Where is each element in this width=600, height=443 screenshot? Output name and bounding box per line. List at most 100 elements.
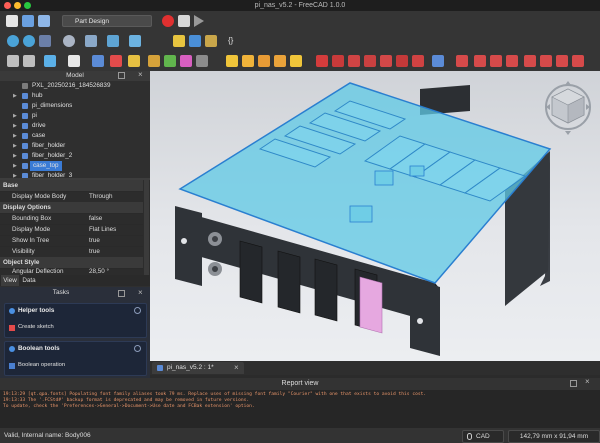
draw-style-icon[interactable]: [39, 35, 51, 47]
window-title: pi_nas_v5.2 - FreeCAD 1.0.0: [254, 2, 346, 9]
expand-arrow-icon[interactable]: ▶: [13, 131, 17, 141]
property-value[interactable]: false: [89, 213, 102, 224]
pipe-icon[interactable]: [274, 55, 286, 67]
revolution-icon[interactable]: [242, 55, 254, 67]
datum-point-icon[interactable]: [148, 55, 160, 67]
draft-icon[interactable]: [556, 55, 568, 67]
tree-item[interactable]: pi_dimensions: [0, 101, 150, 111]
expand-arrow-icon[interactable]: ▶: [13, 121, 17, 131]
link-icon[interactable]: [205, 35, 217, 47]
status-message: Valid, Internal name: Body006: [4, 432, 91, 439]
subtractive-helix-icon[interactable]: [396, 55, 408, 67]
helper-tools-title[interactable]: Helper tools: [18, 307, 54, 314]
measure-icon[interactable]: [129, 35, 141, 47]
document-tab-close-icon[interactable]: ×: [234, 363, 239, 372]
part-icon[interactable]: [189, 35, 201, 47]
tree-item[interactable]: ▶ hub: [0, 91, 150, 101]
sync-view-icon[interactable]: [63, 35, 75, 47]
tree-item[interactable]: ▶ fiber_holder: [0, 141, 150, 151]
mirror-icon[interactable]: [456, 55, 468, 67]
pad-icon[interactable]: [226, 55, 238, 67]
undo-icon[interactable]: [7, 55, 19, 67]
navigation-cube-icon[interactable]: [542, 79, 594, 139]
lid-standoff: [409, 165, 425, 177]
subtractive-pipe-icon[interactable]: [380, 55, 392, 67]
panel-close-icon[interactable]: ×: [138, 70, 143, 79]
panel-float-icon[interactable]: [118, 72, 125, 79]
property-value[interactable]: Flat Lines: [89, 224, 116, 235]
chamfer-icon[interactable]: [540, 55, 552, 67]
macro-editor-icon[interactable]: [178, 15, 190, 27]
multi-transform-icon[interactable]: [506, 55, 518, 67]
property-value[interactable]: Through: [89, 191, 112, 202]
tree-item[interactable]: ▶ fiber_holder_2: [0, 151, 150, 161]
expand-arrow-icon[interactable]: ▶: [13, 91, 17, 101]
tree-item[interactable]: ▶ case: [0, 131, 150, 141]
new-document-icon[interactable]: [6, 15, 18, 27]
expand-arrow-icon[interactable]: ▶: [13, 111, 17, 121]
subtractive-primitive-icon[interactable]: [412, 55, 424, 67]
panel-float-icon[interactable]: [118, 290, 125, 297]
create-sketch-icon[interactable]: [110, 55, 122, 67]
record-macro-icon[interactable]: [162, 15, 174, 27]
fit-selection-icon[interactable]: [23, 35, 35, 47]
panel-close-icon[interactable]: ×: [138, 288, 143, 297]
navigation-cube[interactable]: [542, 79, 594, 139]
collapse-icon[interactable]: [134, 345, 141, 352]
expression-icon[interactable]: {}: [228, 36, 233, 45]
thickness-icon[interactable]: [572, 55, 584, 67]
collapse-icon[interactable]: [134, 307, 141, 314]
boolean-tools-title[interactable]: Boolean tools: [18, 345, 60, 352]
open-document-icon[interactable]: [22, 15, 34, 27]
polar-pattern-icon[interactable]: [490, 55, 502, 67]
tree-item[interactable]: PXL_20250216_184526839: [0, 81, 150, 91]
expand-arrow-icon[interactable]: ▶: [13, 141, 17, 151]
redo-icon[interactable]: [23, 55, 35, 67]
report-float-icon[interactable]: [570, 380, 577, 387]
create-sketch-link[interactable]: Create sketch: [18, 324, 54, 330]
boolean-icon[interactable]: [432, 55, 444, 67]
property-group-label: Object Style: [3, 259, 40, 266]
pocket-icon[interactable]: [316, 55, 328, 67]
subtractive-loft-icon[interactable]: [364, 55, 376, 67]
linear-pattern-icon[interactable]: [474, 55, 486, 67]
additive-primitive-icon[interactable]: [290, 55, 302, 67]
fillet-icon[interactable]: [524, 55, 536, 67]
expand-arrow-icon[interactable]: ▶: [13, 161, 17, 171]
workbench-selector[interactable]: Part Design: [62, 15, 152, 27]
tab-view[interactable]: View: [1, 275, 19, 286]
navigation-style-selector[interactable]: CAD: [462, 430, 504, 443]
property-scrollbar[interactable]: [144, 180, 149, 275]
create-body-icon[interactable]: [92, 55, 104, 67]
fit-all-icon[interactable]: [7, 35, 19, 47]
document-tab[interactable]: pi_nas_v5.2 : 1* ×: [152, 362, 244, 374]
shape-binder-icon[interactable]: [196, 55, 208, 67]
tab-data[interactable]: Data: [20, 275, 38, 286]
datum-line-icon[interactable]: [164, 55, 176, 67]
expand-arrow-icon[interactable]: ▶: [13, 151, 17, 161]
standard-views-icon[interactable]: [107, 35, 119, 47]
datum-plane-icon[interactable]: [180, 55, 192, 67]
isometric-view-icon[interactable]: [85, 35, 97, 47]
folder-icon[interactable]: [173, 35, 185, 47]
left-port-2-center: [212, 266, 218, 272]
mount-hole: [181, 238, 187, 244]
property-value[interactable]: true: [89, 246, 100, 257]
model-render[interactable]: [150, 71, 600, 361]
groove-icon[interactable]: [348, 55, 360, 67]
hole-icon[interactable]: [332, 55, 344, 67]
select-icon[interactable]: [68, 55, 80, 67]
tree-item[interactable]: ▶ pi: [0, 111, 150, 121]
tree-item-selected[interactable]: ▶ case_top: [0, 161, 150, 171]
report-view[interactable]: 19:13:29 [qt.qpa.fonts] Populating font …: [0, 390, 600, 428]
boolean-operation-link[interactable]: Boolean operation: [18, 362, 65, 368]
execute-macro-icon[interactable]: [194, 15, 204, 27]
3d-viewport[interactable]: [150, 71, 600, 361]
refresh-icon[interactable]: [44, 55, 56, 67]
validate-sketch-icon[interactable]: [128, 55, 140, 67]
tree-item[interactable]: ▶ drive: [0, 121, 150, 131]
loft-icon[interactable]: [258, 55, 270, 67]
report-close-icon[interactable]: ×: [585, 377, 590, 386]
save-document-icon[interactable]: [38, 15, 50, 27]
property-value[interactable]: true: [89, 235, 100, 246]
